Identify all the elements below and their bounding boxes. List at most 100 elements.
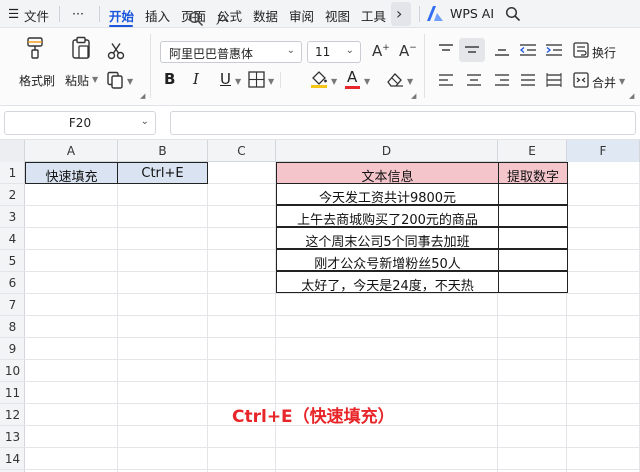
paste-icon[interactable] <box>70 36 92 60</box>
cell-d5[interactable]: 刚才公众号新增粉丝50人 <box>276 249 499 271</box>
font-size-value: 11 <box>315 45 331 59</box>
formula-bar: F20 ⌄ <box>0 106 640 140</box>
cell-e3[interactable] <box>498 205 568 227</box>
row-header[interactable]: 5 <box>0 250 25 272</box>
align-top-icon[interactable] <box>438 43 454 57</box>
increase-indent-icon[interactable] <box>545 42 563 58</box>
row-header[interactable]: 6 <box>0 272 25 294</box>
column-header-f[interactable]: F <box>567 140 640 162</box>
merge-cells-icon[interactable] <box>573 72 589 88</box>
align-bottom-icon[interactable] <box>494 43 510 57</box>
select-all-corner[interactable] <box>0 140 25 162</box>
increase-font-icon[interactable]: A+ <box>372 42 390 60</box>
format-painter-icon[interactable] <box>24 36 46 60</box>
gridline <box>25 447 640 448</box>
name-box[interactable]: F20 ⌄ <box>4 111 156 135</box>
chevron-down-icon[interactable]: ▼ <box>331 77 337 86</box>
dialog-launcher-icon[interactable]: ◢ <box>140 92 145 100</box>
fill-color-icon[interactable] <box>310 69 328 89</box>
column-header-b[interactable]: B <box>118 140 208 162</box>
cell-e1[interactable]: 提取数字 <box>498 162 568 184</box>
row-header[interactable]: 7 <box>0 294 25 316</box>
cell-d3[interactable]: 上午去商城购买了200元的商品 <box>276 205 499 227</box>
font-color-swatch <box>345 86 360 89</box>
cell-b1[interactable]: Ctrl+E <box>117 162 208 184</box>
cell-a1[interactable]: 快速填充 <box>25 162 118 184</box>
chevron-down-icon[interactable]: ▼ <box>407 77 413 86</box>
column-header-c[interactable]: C <box>208 140 276 162</box>
align-middle-button[interactable] <box>459 38 485 62</box>
tab-view[interactable]: 视图 <box>325 6 350 25</box>
spreadsheet-grid[interactable]: A B C D E F 1 2 3 4 5 6 7 8 9 10 11 12 1… <box>0 140 640 472</box>
wps-ai-button[interactable]: WPS AI <box>450 6 494 21</box>
tab-insert[interactable]: 插入 <box>145 6 170 25</box>
chevron-down-icon[interactable]: ▼ <box>364 77 370 86</box>
chevron-down-icon[interactable]: ▼ <box>235 77 241 86</box>
merge-label[interactable]: 合并 <box>592 74 616 91</box>
tab-data[interactable]: 数据 <box>253 6 278 25</box>
dialog-launcher-icon[interactable]: ◢ <box>629 92 634 100</box>
search-icon[interactable] <box>505 6 521 22</box>
format-painter-label[interactable]: 格式刷 <box>19 72 55 89</box>
decrease-font-icon[interactable]: A− <box>399 42 417 60</box>
row-header[interactable]: 3 <box>0 206 25 228</box>
align-left-icon[interactable] <box>438 73 454 87</box>
menu-icon[interactable]: ☰ <box>8 6 19 21</box>
dialog-launcher-icon[interactable]: ◢ <box>411 92 416 100</box>
eraser-icon[interactable] <box>386 71 404 88</box>
wrap-text-icon[interactable] <box>573 42 589 58</box>
chevron-down-icon[interactable]: ▼ <box>92 75 98 84</box>
chevron-down-icon[interactable]: ▼ <box>619 77 625 86</box>
file-menu[interactable]: 文件 <box>24 6 49 25</box>
row-header[interactable]: 4 <box>0 228 25 250</box>
underline-button[interactable]: U <box>220 70 231 88</box>
row-header[interactable]: 14 <box>0 448 25 470</box>
cell-d4[interactable]: 这个周末公司5个同事去加班 <box>276 227 499 249</box>
wrap-text-label[interactable]: 换行 <box>592 44 616 61</box>
copy-icon[interactable] <box>106 71 124 89</box>
row-header[interactable]: 1 <box>0 162 25 184</box>
row-header[interactable]: 11 <box>0 382 25 404</box>
cell-d6[interactable]: 太好了，今天是24度，不天热 <box>276 271 499 293</box>
bold-button[interactable]: B <box>164 70 175 88</box>
align-center-icon[interactable] <box>466 73 482 87</box>
chevron-down-icon[interactable]: ▼ <box>268 77 274 86</box>
tab-tools[interactable]: 工具 <box>361 6 386 25</box>
column-header-a[interactable]: A <box>25 140 118 162</box>
formula-input[interactable] <box>170 111 636 135</box>
row-header[interactable]: 9 <box>0 338 25 360</box>
cut-icon[interactable] <box>107 42 125 60</box>
paste-label[interactable]: 粘贴 <box>65 72 89 89</box>
row-header[interactable]: 13 <box>0 426 25 448</box>
row-header[interactable]: 12 <box>0 404 25 426</box>
tab-home[interactable]: 开始 <box>109 6 134 25</box>
column-header-e[interactable]: E <box>498 140 567 162</box>
column-headers: A B C D E F <box>0 140 640 162</box>
column-header-d[interactable]: D <box>276 140 498 162</box>
align-right-icon[interactable] <box>494 73 510 87</box>
more-menu[interactable]: ··· <box>72 6 84 21</box>
cell-d1[interactable]: 文本信息 <box>276 162 499 184</box>
chevron-down-icon[interactable]: ▼ <box>127 77 133 86</box>
zoom-search-icon[interactable] <box>188 11 204 27</box>
border-icon[interactable] <box>248 71 265 88</box>
font-color-button[interactable]: A <box>347 68 357 86</box>
tab-review[interactable]: 审阅 <box>289 6 314 25</box>
font-size-select[interactable]: 11 ⌄ <box>307 41 361 63</box>
chevron-down-icon: ⌄ <box>140 116 149 127</box>
row-header[interactable]: 8 <box>0 316 25 338</box>
tab-scroll-right-button[interactable]: › <box>391 2 411 26</box>
cell-e5[interactable] <box>498 249 568 271</box>
italic-button[interactable]: I <box>193 70 199 88</box>
row-header[interactable]: 10 <box>0 360 25 382</box>
justify-icon[interactable] <box>520 73 536 87</box>
cell-e4[interactable] <box>498 227 568 249</box>
distributed-align-icon[interactable] <box>546 73 562 87</box>
font-name-select[interactable]: 阿里巴巴普惠体 ⌄ <box>160 41 302 63</box>
cell-e2[interactable] <box>498 183 568 205</box>
fx-icon[interactable]: fx <box>217 11 229 26</box>
cell-d2[interactable]: 今天发工资共计9800元 <box>276 183 499 205</box>
decrease-indent-icon[interactable] <box>519 42 537 58</box>
cell-e6[interactable] <box>498 271 568 293</box>
row-header[interactable]: 2 <box>0 184 25 206</box>
